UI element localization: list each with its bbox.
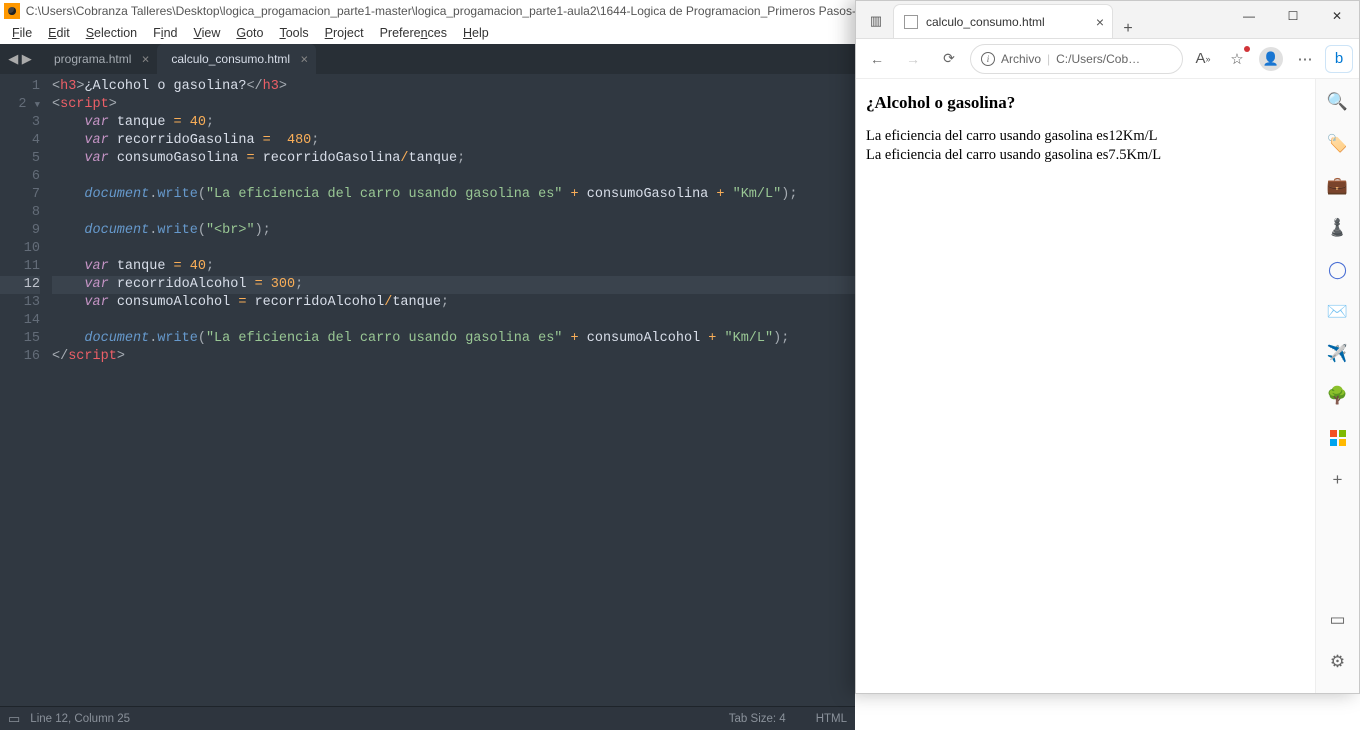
syntax-mode[interactable]: HTML (816, 713, 847, 725)
outlook-icon[interactable]: ✉️ (1327, 301, 1349, 323)
line-number-gutter: 12 ▼345678910111213141516 (0, 74, 52, 706)
briefcase-icon[interactable]: 💼 (1327, 175, 1349, 197)
tree-icon[interactable]: 🌳 (1327, 385, 1349, 407)
settings-icon[interactable]: ⚙ (1327, 651, 1349, 673)
site-info-icon[interactable]: i (981, 52, 995, 66)
tab-size[interactable]: Tab Size: 4 (729, 713, 786, 725)
tab-nav-arrows[interactable]: ◀ ▶ (0, 44, 40, 74)
address-label: Archivo (1001, 52, 1041, 66)
office-icon[interactable]: ◯ (1327, 259, 1349, 281)
window-minimize-button[interactable]: — (1227, 1, 1271, 31)
tab-calculo-consumo[interactable]: calculo_consumo.html × (157, 44, 316, 74)
output-line-1: La eficiencia del carro usando gasolina … (866, 127, 1305, 146)
window-close-button[interactable]: ✕ (1315, 1, 1359, 31)
address-bar[interactable]: i Archivo | C:/Users/Cob… (970, 44, 1183, 74)
window-maximize-button[interactable]: ☐ (1271, 1, 1315, 31)
menu-tools[interactable]: Tools (271, 24, 316, 42)
menu-project[interactable]: Project (317, 24, 372, 42)
tab-label: programa.html (54, 52, 131, 66)
address-url: C:/Users/Cob… (1056, 52, 1140, 66)
refresh-button[interactable]: ⟳ (934, 44, 964, 74)
output-line-2: La eficiencia del carro usando gasolina … (866, 146, 1305, 165)
rendered-page: ¿Alcohol o gasolina? La eficiencia del c… (856, 79, 1315, 693)
browser-window: ▥ calculo_consumo.html × + — ☐ ✕ ← → ⟳ i… (855, 0, 1360, 694)
collapse-sidebar-icon[interactable]: ▭ (1327, 609, 1349, 631)
new-tab-button[interactable]: + (1113, 20, 1143, 38)
menu-edit[interactable]: Edit (40, 24, 78, 42)
menu-file[interactable]: File (4, 24, 40, 42)
profile-button[interactable]: 👤 (1257, 45, 1285, 73)
microsoft-icon[interactable] (1327, 427, 1349, 449)
favicon-icon (904, 15, 918, 29)
menu-preferences[interactable]: Preferences (372, 24, 455, 42)
shopping-tag-icon[interactable]: 🏷️ (1327, 133, 1349, 155)
sublime-titlebar: C:\Users\Cobranza Talleres\Desktop\logic… (0, 0, 855, 22)
menu-goto[interactable]: Goto (228, 24, 271, 42)
more-menu-button[interactable]: ⋯ (1291, 45, 1319, 73)
browser-tab[interactable]: calculo_consumo.html × (893, 4, 1113, 38)
browser-tab-title: calculo_consumo.html (926, 15, 1045, 29)
browser-toolbar: ← → ⟳ i Archivo | C:/Users/Cob… A» ☆ 👤 ⋯… (856, 39, 1359, 79)
tab-close-icon[interactable]: × (142, 52, 150, 67)
page-heading: ¿Alcohol o gasolina? (866, 93, 1305, 113)
browser-titlebar: ▥ calculo_consumo.html × + — ☐ ✕ (856, 1, 1359, 39)
cursor-position: Line 12, Column 25 (30, 713, 130, 725)
tab-close-icon[interactable]: × (301, 52, 309, 67)
menu-help[interactable]: Help (455, 24, 497, 42)
sublime-menubar: File Edit Selection Find View Goto Tools… (0, 22, 855, 44)
sublime-app-icon (4, 3, 20, 19)
read-aloud-icon[interactable]: A» (1189, 45, 1217, 73)
games-icon[interactable]: ♟️ (1327, 217, 1349, 239)
sublime-window: C:\Users\Cobranza Talleres\Desktop\logic… (0, 0, 855, 730)
browser-content: ¿Alcohol o gasolina? La eficiencia del c… (856, 79, 1359, 693)
sublime-title-path: C:\Users\Cobranza Talleres\Desktop\logic… (26, 4, 855, 18)
panel-switcher-icon[interactable]: ▭ (8, 711, 20, 727)
sublime-editor[interactable]: 12 ▼345678910111213141516 <h3>¿Alcohol o… (0, 74, 855, 706)
code-area[interactable]: <h3>¿Alcohol o gasolina?</h3><script> va… (52, 74, 855, 706)
send-icon[interactable]: ✈️ (1327, 343, 1349, 365)
menu-find[interactable]: Find (145, 24, 185, 42)
menu-view[interactable]: View (185, 24, 228, 42)
tab-label: calculo_consumo.html (171, 52, 290, 66)
browser-tab-close-icon[interactable]: × (1096, 14, 1104, 30)
browser-sidebar: 🔍 🏷️ 💼 ♟️ ◯ ✉️ ✈️ 🌳 + ▭ ⚙ (1315, 79, 1359, 693)
favorites-icon[interactable]: ☆ (1223, 45, 1251, 73)
menu-selection[interactable]: Selection (78, 24, 145, 42)
sublime-tabrow: ◀ ▶ programa.html × calculo_consumo.html… (0, 44, 855, 74)
add-sidebar-icon[interactable]: + (1327, 469, 1349, 491)
tab-programa[interactable]: programa.html × (40, 44, 157, 74)
back-button[interactable]: ← (862, 44, 892, 74)
bing-chat-icon[interactable]: b (1325, 45, 1353, 73)
sublime-statusbar: ▭ Line 12, Column 25 Tab Size: 4 HTML (0, 706, 855, 730)
search-icon[interactable]: 🔍 (1327, 91, 1349, 113)
forward-button[interactable]: → (898, 44, 928, 74)
tab-actions-icon[interactable]: ▥ (859, 4, 893, 38)
